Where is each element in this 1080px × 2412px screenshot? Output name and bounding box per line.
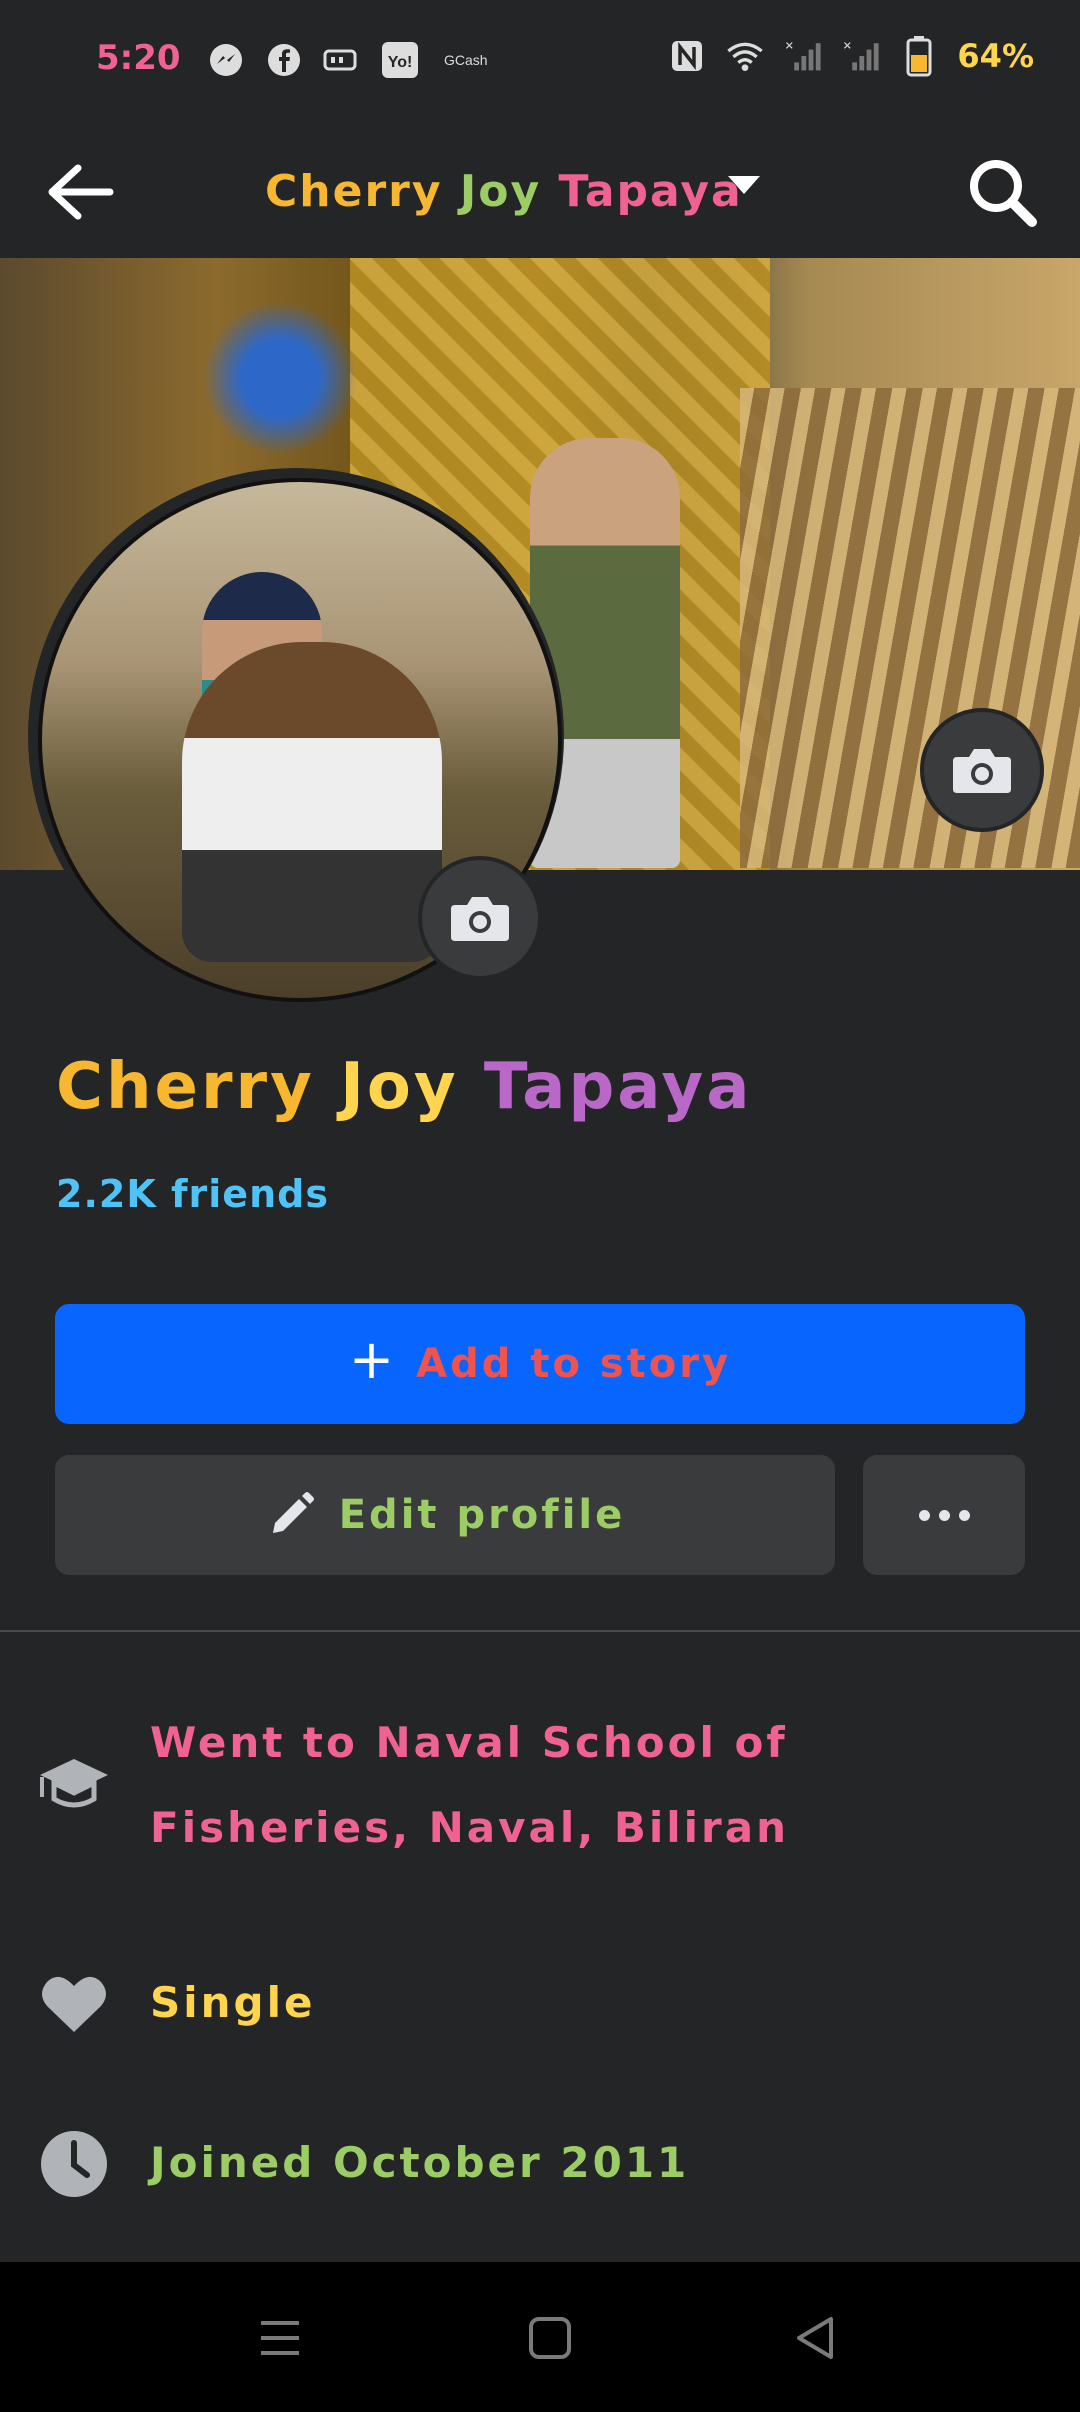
status-time: 5:20 [96, 38, 181, 78]
relationship-text: Single [150, 1978, 316, 2027]
notification-icons: Yo! GCash [206, 40, 488, 80]
recent-apps-button[interactable] [250, 2308, 310, 2368]
title-first-name: Cherry [265, 166, 443, 217]
badge-icon [322, 40, 362, 80]
clock-icon [38, 2128, 110, 2200]
more-options-button[interactable] [863, 1455, 1025, 1575]
pencil-icon [272, 1492, 314, 1533]
back-arrow-icon [48, 164, 114, 220]
home-button[interactable] [520, 2308, 580, 2368]
nfc-icon [667, 36, 707, 76]
search-icon [970, 160, 1037, 227]
heart-icon [38, 1968, 110, 2040]
status-time-text: 5:20 [96, 38, 181, 78]
camera-icon [953, 749, 1011, 793]
top-app-bar: Cherry Joy Tapaya [0, 126, 1080, 258]
title-middle-name: Joy [459, 166, 542, 217]
svg-text:✕: ✕ [785, 40, 794, 53]
joined-text: Joined October 2011 [150, 2138, 690, 2187]
section-divider [0, 1630, 1080, 1632]
education-cap-icon [38, 1750, 110, 1822]
plus-icon: + [348, 1328, 395, 1391]
status-bar: 5:20 Yo! GCash ✕ ✕ 64% [0, 0, 1080, 126]
last-name: Tapaya [483, 1050, 753, 1124]
dropdown-caret-icon[interactable] [728, 176, 760, 194]
camera-icon [451, 897, 509, 941]
signal-icon: ✕ [841, 36, 881, 76]
add-to-story-label: Add to story [416, 1341, 732, 1387]
system-icons: ✕ ✕ 64% [667, 36, 1034, 77]
wifi-icon [725, 36, 765, 76]
friends-count[interactable]: 2.2K friends [56, 1172, 329, 1216]
messenger-icon [206, 40, 246, 80]
profile-switcher-title[interactable]: Cherry Joy Tapaya [265, 166, 743, 217]
search-button[interactable] [960, 150, 1044, 234]
profile-name: Cherry Joy Tapaya [56, 1050, 752, 1124]
more-dots-icon [918, 1509, 970, 1521]
add-to-story-button[interactable]: + Add to story [55, 1304, 1025, 1424]
system-back-button[interactable] [786, 2308, 846, 2368]
detail-joined: Joined October 2011 [0, 2120, 1080, 2210]
first-name: Cherry [56, 1050, 315, 1124]
back-triangle-icon [797, 2317, 833, 2359]
avatar-person [182, 642, 442, 962]
yo-icon: Yo! [380, 40, 420, 80]
detail-education[interactable]: Went to Naval School of Fisheries, Naval… [0, 1700, 1080, 1890]
home-square-icon [529, 2317, 571, 2359]
svg-text:Yo!: Yo! [388, 54, 413, 71]
menu-icon [261, 2321, 299, 2355]
edit-cover-button[interactable] [920, 708, 1044, 832]
system-navigation-bar [0, 2262, 1080, 2412]
edit-profile-label: Edit profile [338, 1492, 626, 1538]
battery-percent: 64% [957, 37, 1034, 75]
battery-icon [899, 36, 939, 77]
middle-name: Joy [340, 1050, 459, 1124]
facebook-icon [264, 40, 304, 80]
title-last-name: Tapaya [558, 166, 743, 217]
signal-icon: ✕ [783, 36, 823, 76]
svg-text:✕: ✕ [843, 40, 852, 53]
edit-profile-button[interactable]: Edit profile [55, 1455, 835, 1575]
gcash-label: GCash [444, 52, 488, 68]
cover-decoration [200, 278, 360, 478]
edit-profile-picture-button[interactable] [418, 856, 542, 980]
back-button[interactable] [40, 156, 120, 228]
detail-relationship[interactable]: Single [0, 1960, 1080, 2050]
education-text: Went to Naval School of Fisheries, Naval… [150, 1718, 789, 1852]
